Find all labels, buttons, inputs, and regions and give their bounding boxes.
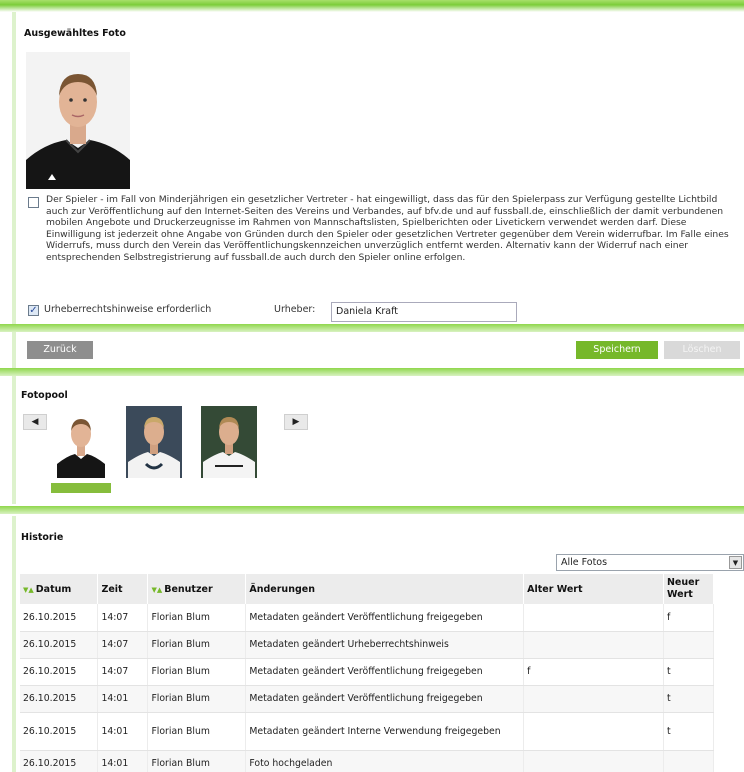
cell-benutzer: Florian Blum: [147, 604, 247, 632]
photo-thumbnail[interactable]: [126, 406, 182, 478]
column-header-benutzer[interactable]: ▼▲ Benutzer: [147, 574, 247, 604]
cell-zeit: 14:07: [97, 604, 149, 632]
arrow-right-icon[interactable]: ▶: [284, 414, 308, 430]
cell-neuer-wert: [663, 750, 715, 772]
column-header-zeit[interactable]: Zeit: [97, 574, 149, 604]
column-header-aenderungen[interactable]: Änderungen: [245, 574, 525, 604]
urheber-label: Urheber:: [274, 304, 316, 315]
cell-zeit: 14:01: [97, 712, 149, 751]
history-table: ▼▲ Datum Zeit ▼▲ Benutzer Änderungen Alter…: [20, 574, 715, 772]
copyright-row: Urheberrechtshinweise erforderlich Urheb…: [28, 302, 628, 322]
cell-neuer-wert: t: [663, 685, 715, 713]
cell-zeit: 14:01: [97, 750, 149, 772]
green-band: [0, 324, 744, 332]
cell-datum: 26.10.2015: [20, 604, 99, 632]
consent-block: Der Spieler - im Fall von Minderjährigen…: [28, 194, 740, 264]
cell-alter-wert: [523, 750, 664, 772]
cell-benutzer: Florian Blum: [147, 685, 247, 713]
table-row: 26.10.2015 14:01 Florian Blum Foto hochg…: [20, 750, 715, 772]
cell-datum: 26.10.2015: [20, 685, 99, 713]
section-title-fotopool: Fotopool: [21, 390, 68, 401]
delete-button[interactable]: Löschen: [664, 341, 740, 359]
table-row: 26.10.2015 14:07 Florian Blum Metadaten …: [20, 604, 715, 632]
column-header-neuer-wert[interactable]: Neuer Wert: [663, 574, 715, 604]
cell-aenderung: Metadaten geändert Interne Verwendung fr…: [245, 712, 525, 751]
consent-text: Der Spieler - im Fall von Minderjährigen…: [46, 194, 729, 263]
cell-neuer-wert: t: [663, 658, 715, 686]
cell-zeit: 14:07: [97, 658, 149, 686]
cell-datum: 26.10.2015: [20, 750, 99, 772]
copyright-label: Urheberrechtshinweise erforderlich: [44, 304, 212, 315]
table-row: 26.10.2015 14:01 Florian Blum Metadaten …: [20, 712, 715, 751]
button-bar: Zurück Speichern Löschen: [12, 332, 740, 368]
table-row: 26.10.2015 14:07 Florian Blum Metadaten …: [20, 631, 715, 659]
top-green-band: [0, 0, 744, 12]
green-band: [0, 506, 744, 514]
fotopool-panel: Fotopool ◀ ▶: [12, 376, 740, 504]
section-title-foto: Ausgewähltes Foto: [24, 28, 126, 39]
cell-datum: 26.10.2015: [20, 712, 99, 751]
save-button[interactable]: Speichern: [576, 341, 658, 359]
column-header-datum[interactable]: ▼▲ Datum: [20, 574, 99, 604]
cell-benutzer: Florian Blum: [147, 712, 247, 751]
player-photo: [26, 52, 130, 189]
copyright-checkbox[interactable]: [28, 305, 39, 316]
photo-thumbnail[interactable]: [201, 406, 257, 478]
photo-filter-value: Alle Fotos: [561, 557, 608, 568]
cell-neuer-wert: [663, 631, 715, 659]
photo-filter-select[interactable]: Alle Fotos ▼: [556, 554, 744, 571]
table-row: 26.10.2015 14:07 Florian Blum Metadaten …: [20, 658, 715, 686]
cell-datum: 26.10.2015: [20, 658, 99, 686]
cell-benutzer: Florian Blum: [147, 750, 247, 772]
photo-thumbnail[interactable]: [53, 406, 109, 478]
cell-aenderung: Foto hochgeladen: [245, 750, 525, 772]
cell-alter-wert: [523, 604, 664, 632]
sort-icon: ▼▲: [151, 585, 163, 594]
cell-alter-wert: [523, 712, 664, 751]
cell-benutzer: Florian Blum: [147, 631, 247, 659]
green-band: [0, 368, 744, 376]
sort-icon: ▼▲: [23, 585, 34, 594]
cell-alter-wert: f: [523, 658, 664, 686]
consent-checkbox[interactable]: [28, 197, 39, 208]
cell-aenderung: Metadaten geändert Veröffentlichung frei…: [245, 604, 525, 632]
selected-thumbnail-indicator: [51, 483, 111, 493]
cell-aenderung: Metadaten geändert Urheberrechtshinweis: [245, 631, 525, 659]
urheber-input[interactable]: Daniela Kraft: [331, 302, 517, 322]
cell-benutzer: Florian Blum: [147, 658, 247, 686]
cell-aenderung: Metadaten geändert Veröffentlichung frei…: [245, 685, 525, 713]
historie-panel: Historie Alle Fotos ▼ ▼▲ Datum Zeit ▼▲ Ben…: [12, 516, 744, 772]
cell-neuer-wert: f: [663, 604, 715, 632]
column-header-alter-wert[interactable]: Alter Wert: [523, 574, 664, 604]
selected-photo-panel: Ausgewähltes Foto Der Spieler - im Fall …: [12, 12, 740, 324]
cell-neuer-wert: t: [663, 712, 715, 751]
cell-zeit: 14:07: [97, 631, 149, 659]
arrow-left-icon[interactable]: ◀: [23, 414, 47, 430]
back-button[interactable]: Zurück: [27, 341, 93, 359]
cell-zeit: 14:01: [97, 685, 149, 713]
cell-aenderung: Metadaten geändert Veröffentlichung frei…: [245, 658, 525, 686]
cell-datum: 26.10.2015: [20, 631, 99, 659]
chevron-down-icon[interactable]: ▼: [729, 556, 742, 569]
cell-alter-wert: [523, 631, 664, 659]
table-row: 26.10.2015 14:01 Florian Blum Metadaten …: [20, 685, 715, 713]
section-title-historie: Historie: [21, 532, 64, 543]
cell-alter-wert: [523, 685, 664, 713]
